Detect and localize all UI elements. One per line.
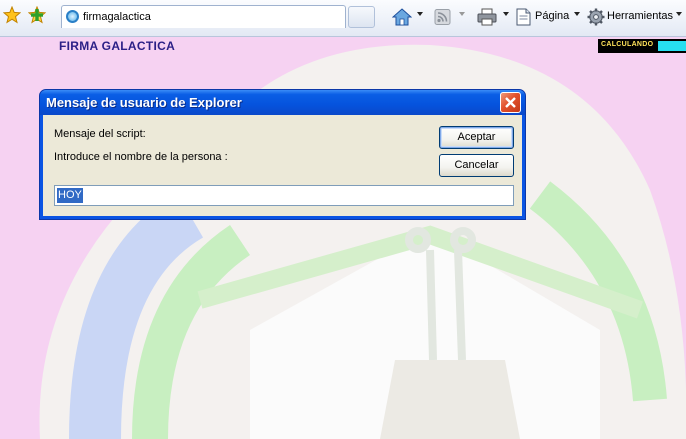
name-input[interactable]: HOY: [54, 185, 514, 206]
script-message-label: Mensaje del script:: [54, 128, 146, 140]
name-input-value: HOY: [57, 188, 83, 203]
page-dropdown-chevron-icon[interactable]: [574, 12, 580, 16]
prompt-text: Introduce el nombre de la persona :: [54, 151, 228, 163]
home-dropdown-chevron-icon[interactable]: [417, 12, 423, 16]
add-favorites-icon[interactable]: [28, 6, 46, 24]
new-tab-button[interactable]: [348, 6, 375, 28]
home-icon[interactable]: [392, 8, 412, 26]
page-menu-label[interactable]: Página: [535, 10, 569, 22]
dialog-body: Mensaje del script: Introduce el nombre …: [43, 115, 522, 216]
dialog-title: Mensaje de usuario de Explorer: [46, 95, 242, 110]
accept-button[interactable]: Aceptar: [439, 126, 514, 149]
prompt-dialog: Mensaje de usuario de Explorer Mensaje d…: [39, 89, 526, 220]
browser-tab[interactable]: firmagalactica: [61, 5, 346, 28]
calculating-label: CALCULANDO: [601, 41, 654, 48]
dialog-titlebar[interactable]: Mensaje de usuario de Explorer: [40, 90, 525, 115]
print-icon[interactable]: [477, 8, 497, 26]
favorites-star-icon[interactable]: [3, 6, 21, 24]
feeds-dropdown-chevron-icon[interactable]: [459, 12, 465, 16]
tools-dropdown-chevron-icon[interactable]: [676, 12, 682, 16]
tools-menu-label[interactable]: Herramientas: [607, 10, 673, 22]
page-icon[interactable]: [516, 8, 531, 26]
cancel-button[interactable]: Cancelar: [439, 154, 514, 177]
close-icon: [505, 97, 516, 108]
close-button[interactable]: [500, 92, 521, 113]
site-brand-title[interactable]: FIRMA GALACTICA: [59, 39, 175, 53]
tab-title: firmagalactica: [83, 11, 151, 23]
print-dropdown-chevron-icon[interactable]: [503, 12, 509, 16]
tools-gear-icon[interactable]: [587, 8, 605, 26]
page-favicon-icon: [66, 10, 79, 23]
calculating-progress-bar: [658, 41, 686, 51]
feeds-icon[interactable]: [434, 8, 451, 26]
calculating-indicator: CALCULANDO: [598, 39, 686, 53]
browser-toolbar: firmagalactica Página Herramientas: [0, 0, 686, 37]
